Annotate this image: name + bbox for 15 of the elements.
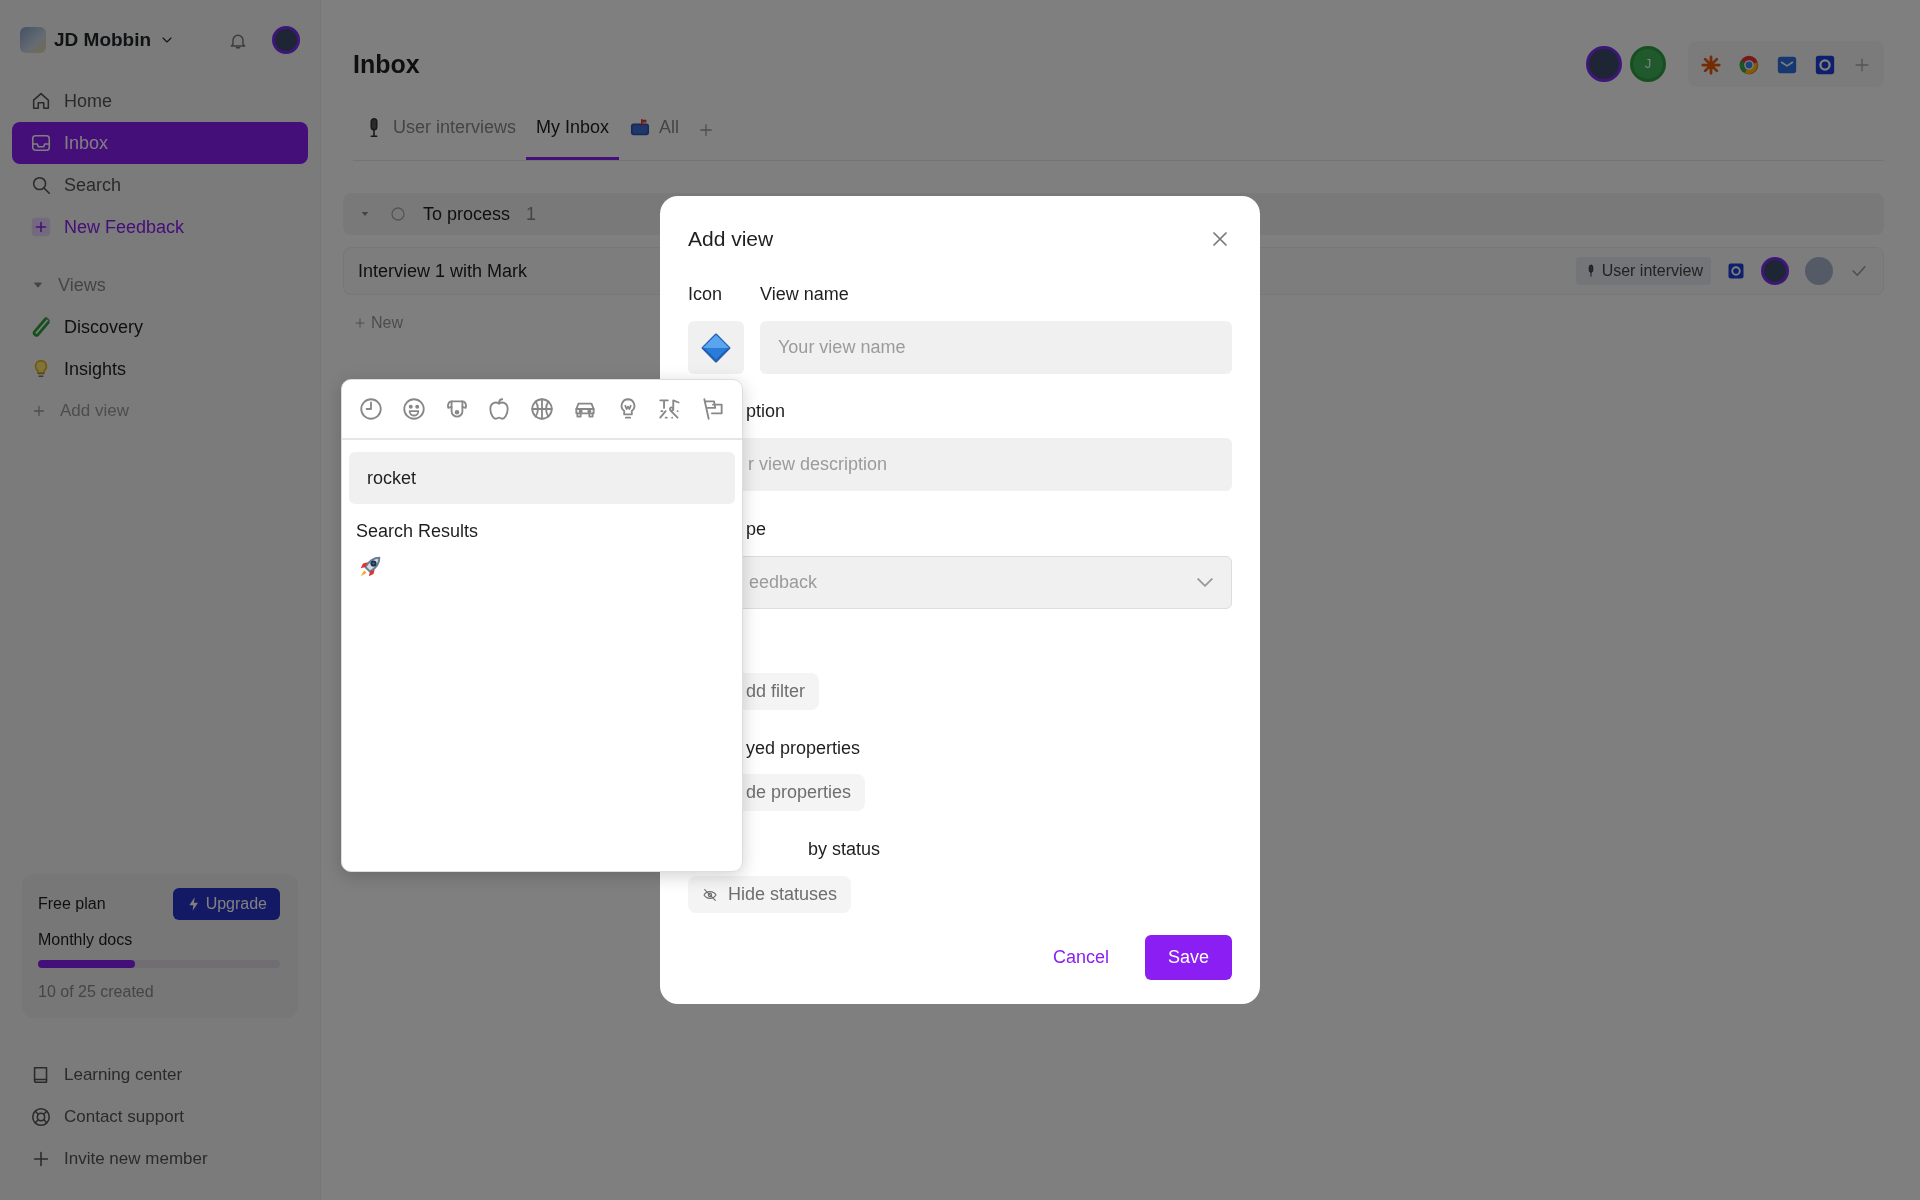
- usage-label: Monthly docs: [38, 930, 134, 950]
- avatar: J: [1630, 46, 1666, 82]
- plan-name: Free plan: [38, 894, 106, 914]
- row-title: Interview 1 with Mark: [358, 259, 528, 283]
- field-label: yed properties: [746, 737, 862, 760]
- results-heading: Search Results: [356, 520, 480, 543]
- field-label: pe: [746, 518, 768, 541]
- page-title: Inbox: [353, 49, 420, 79]
- select-value: eedback: [749, 571, 818, 594]
- group-title: To process: [423, 202, 511, 226]
- field-label: ption: [746, 400, 787, 423]
- field-label: by status: [807, 838, 882, 861]
- field-label: Icon: [688, 283, 724, 306]
- tag: User interview: [1575, 257, 1711, 285]
- field-label: View name: [760, 283, 850, 306]
